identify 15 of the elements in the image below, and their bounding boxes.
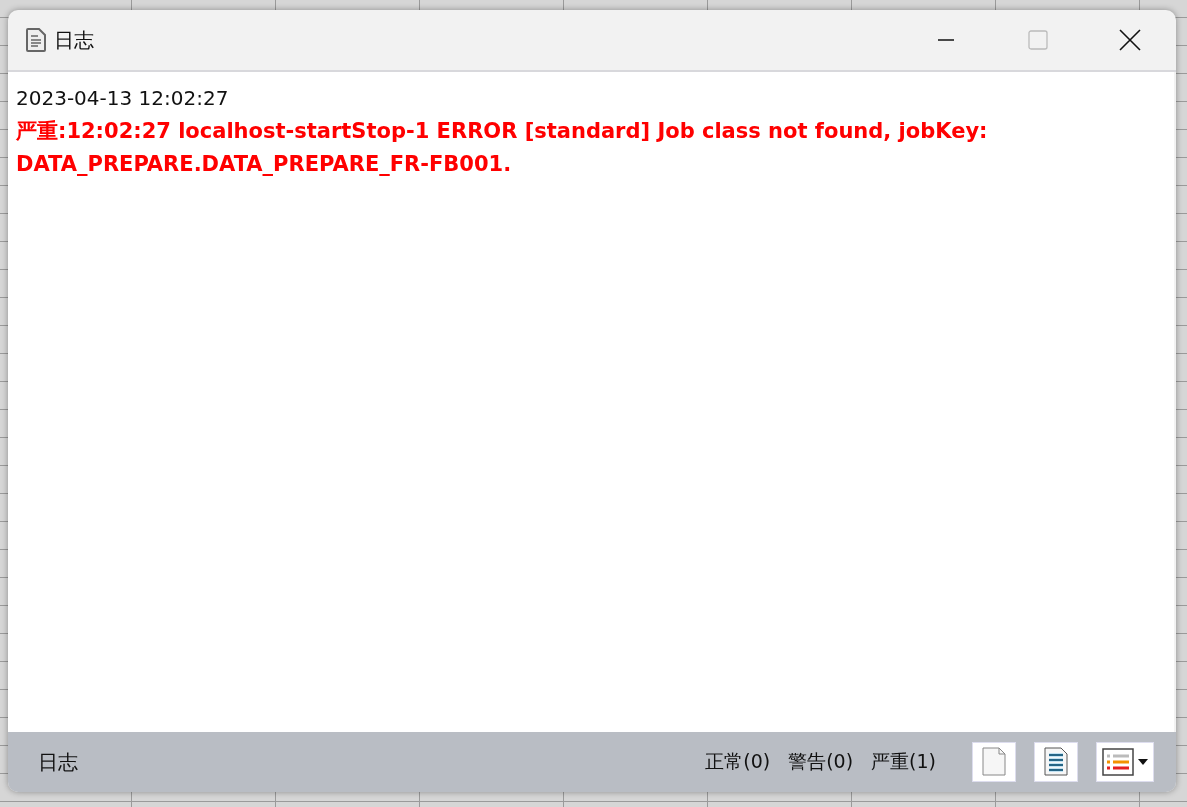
log-entry: 2023-04-13 12:02:27 xyxy=(16,85,230,112)
status-label: 日志 xyxy=(38,748,78,776)
document-lines-button[interactable] xyxy=(1034,742,1078,782)
maximize-icon xyxy=(1028,30,1048,50)
count-label: 严重(1) xyxy=(871,749,936,774)
minimize-icon xyxy=(938,39,954,41)
count-label: 警告(0) xyxy=(788,749,854,774)
log-entry: 严重:12:02:27 localhost-startStop-1 ERROR [standard] Job class not found, jobKey: DATA_PREPARE.DATA_PREPARE_FR-FB001. xyxy=(16,118,989,178)
document-icon xyxy=(26,28,46,52)
close-icon xyxy=(1119,29,1141,51)
list-icon xyxy=(1102,748,1134,776)
window-title: 日志 xyxy=(54,26,94,54)
count-label: 正常(0) xyxy=(705,749,771,774)
list-dropdown-button[interactable] xyxy=(1096,742,1154,782)
caret-icon xyxy=(1138,759,1148,765)
